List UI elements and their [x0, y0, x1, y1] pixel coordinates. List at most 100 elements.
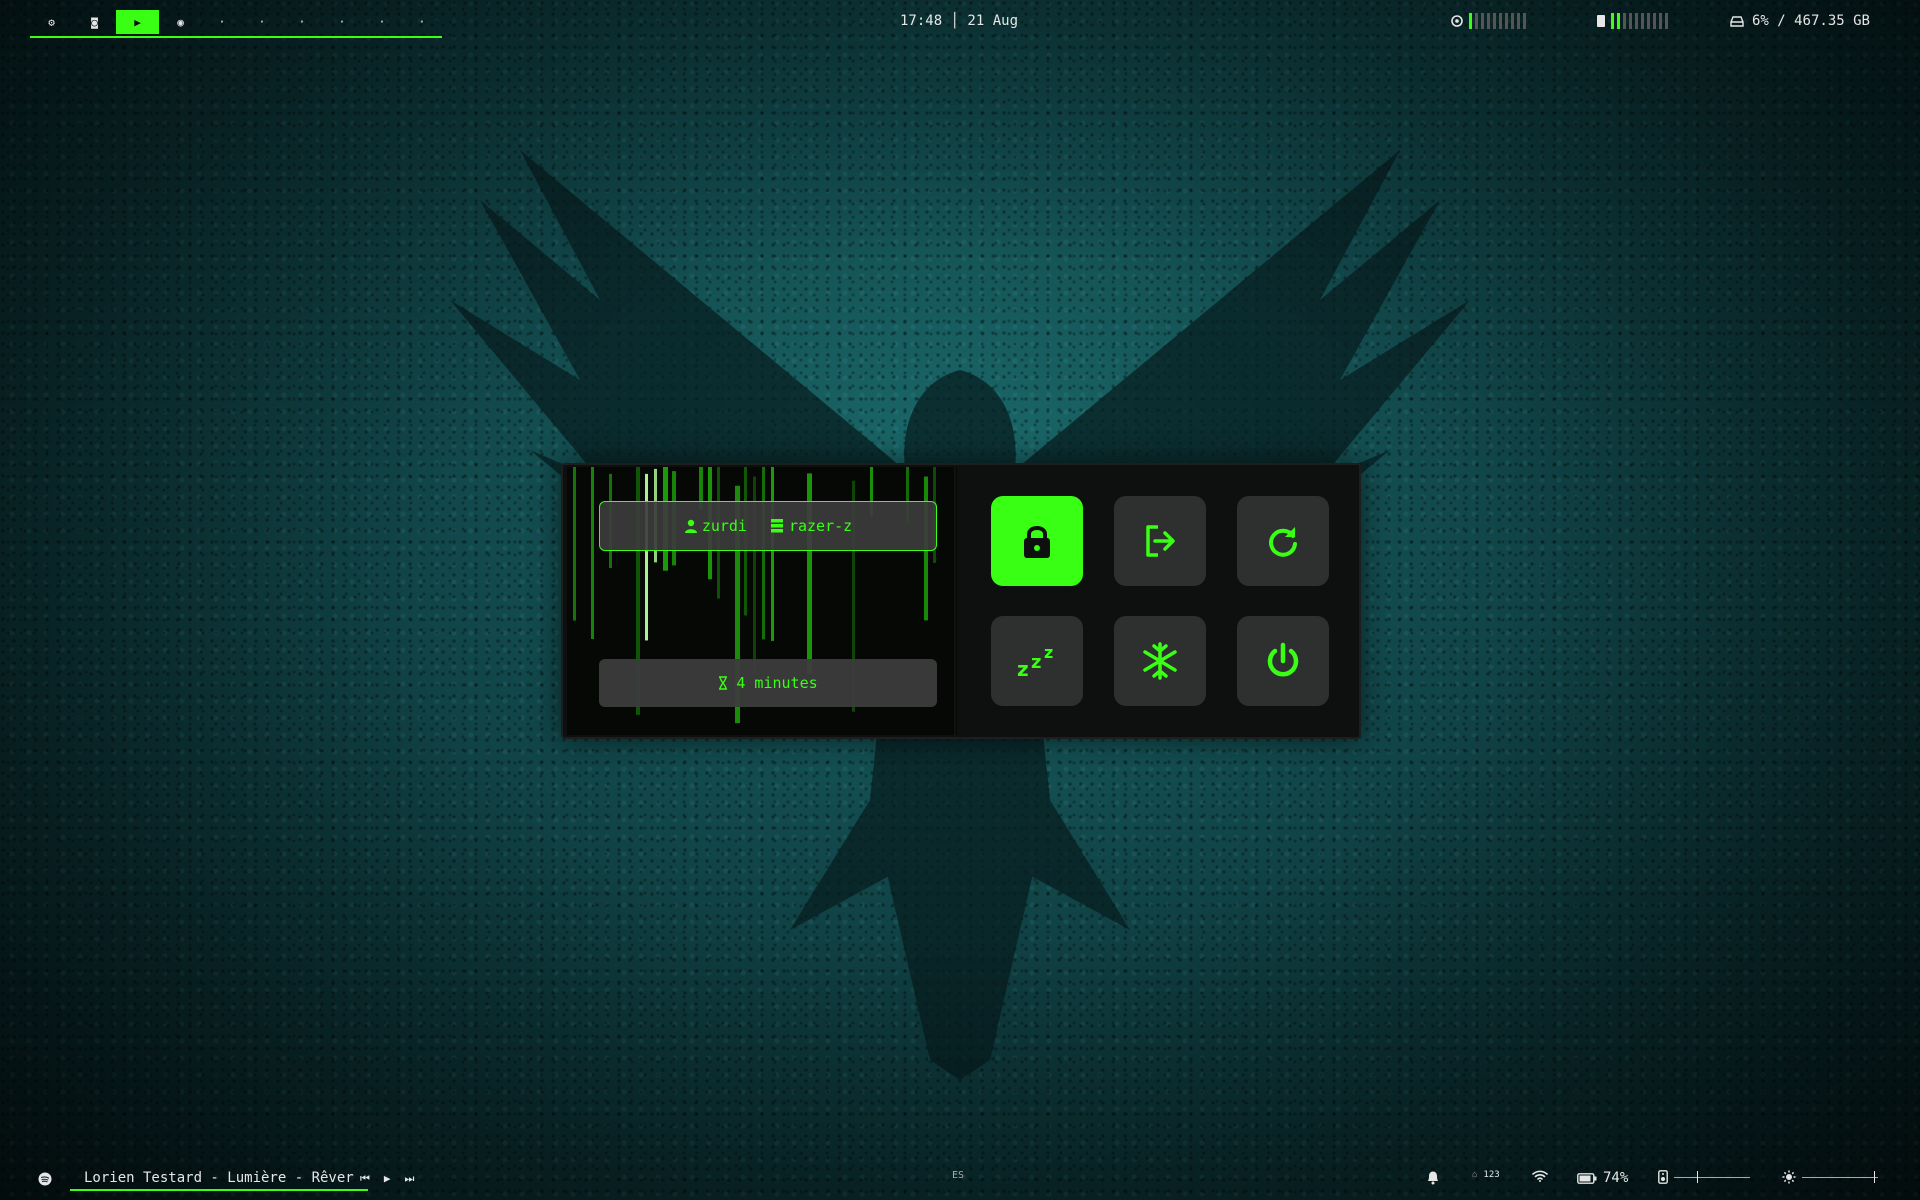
power-icon: [1267, 642, 1299, 677]
cpu-bar-segment: [1499, 13, 1502, 29]
workspace-5[interactable]: ·: [202, 10, 242, 34]
disk-usage: 6% / 467.35 GB: [1730, 13, 1870, 29]
matrix-rain-panel: zurdi razer-z 4 minutes: [567, 467, 957, 735]
cpu-bar-segment: [1469, 13, 1472, 29]
disk-icon: [1730, 16, 1744, 27]
matrix-rain-column: [762, 467, 765, 640]
cpu-bar-segment: [1517, 13, 1520, 29]
memory-bar-segment: [1665, 13, 1668, 29]
workspace-4[interactable]: ◉: [159, 10, 202, 34]
workspace-3[interactable]: ▶: [116, 10, 159, 34]
power-menu: zurdi razer-z 4 minutes zzz: [561, 463, 1361, 739]
now-playing-track[interactable]: Lorien Testard - Lumière - Rêver: [70, 1170, 368, 1191]
matrix-rain-column: [771, 467, 774, 641]
memory-icon: [1597, 15, 1605, 27]
logout-icon: [1146, 525, 1175, 557]
matrix-rain-column: [645, 473, 648, 641]
memory-bar-segment: [1623, 13, 1626, 29]
brightness-slider-knob[interactable]: [1874, 1170, 1876, 1183]
spotify-icon: ◉: [177, 15, 184, 29]
cpu-bar-segment: [1505, 13, 1508, 29]
svg-text:z: z: [1044, 644, 1053, 662]
volume-slider-knob[interactable]: [1696, 1170, 1698, 1183]
workspace-8[interactable]: ·: [322, 10, 362, 34]
disk-usage-text: 6% / 467.35 GB: [1751, 13, 1870, 29]
memory-bar-segment: [1653, 13, 1656, 29]
battery-status: 74%: [1577, 1170, 1628, 1186]
memory-bar-segment: [1629, 13, 1632, 29]
cpu-bar-segment: [1523, 13, 1526, 29]
cpu-usage-bars: [1469, 13, 1526, 29]
cpu-icon: [1451, 15, 1463, 27]
screenshot-icon: ◙: [91, 15, 98, 29]
memory-meter: [1596, 13, 1668, 29]
settings-icon: ⚙: [48, 15, 55, 29]
clock[interactable]: 17:48 │ 21 Aug: [900, 13, 1018, 29]
battery-icon: [1577, 1172, 1597, 1184]
brightness-slider[interactable]: [1802, 1170, 1878, 1183]
memory-bar-segment: [1611, 13, 1614, 29]
workspace-7[interactable]: ·: [282, 10, 322, 34]
reboot-button[interactable]: [1237, 496, 1329, 586]
brightness-control[interactable]: [1782, 1170, 1878, 1184]
brightness-icon: [1782, 1170, 1796, 1184]
user-host-box: zurdi razer-z: [599, 501, 937, 551]
speaker-icon: [1658, 1170, 1668, 1184]
battery-percent: 74%: [1603, 1170, 1629, 1186]
bell-icon: [1428, 1171, 1438, 1185]
server-icon: [770, 519, 783, 533]
workspace-6[interactable]: ·: [242, 10, 282, 34]
workspace-10[interactable]: ·: [402, 10, 442, 34]
memory-bar-segment: [1617, 13, 1620, 29]
hibernate-button[interactable]: [1114, 616, 1206, 706]
matrix-rain-column: [573, 467, 576, 621]
lock-icon: [1024, 526, 1050, 558]
lock-button[interactable]: [991, 496, 1083, 586]
uptime-box: 4 minutes: [599, 659, 937, 707]
cpu-bar-segment: [1493, 13, 1496, 29]
memory-bar-segment: [1641, 13, 1644, 29]
hourglass-icon: [719, 676, 728, 690]
volume-slider[interactable]: [1674, 1170, 1750, 1183]
workspace-1[interactable]: ⚙: [30, 10, 73, 34]
wifi-status[interactable]: [1532, 1170, 1548, 1182]
sleep-icon: zzz: [1017, 644, 1053, 678]
sleep-button[interactable]: zzz: [991, 616, 1083, 706]
volume-control[interactable]: [1658, 1170, 1750, 1184]
cpu-bar-segment: [1481, 13, 1484, 29]
memory-bar-segment: [1647, 13, 1650, 29]
cpu-bar-segment: [1487, 13, 1490, 29]
caps-lock-icon: ⌂: [1472, 1170, 1478, 1180]
spotify-icon[interactable]: [38, 1172, 52, 1186]
user-icon: [684, 519, 697, 533]
matrix-rain-column: [591, 467, 594, 639]
workspace-2[interactable]: ◙: [73, 10, 116, 34]
memory-bar-segment: [1635, 13, 1638, 29]
num-lock-indicator: 123: [1483, 1170, 1500, 1180]
lock-keys: ⌂ 123: [1472, 1170, 1500, 1180]
cpu-bar-segment: [1475, 13, 1478, 29]
notifications[interactable]: [1426, 1170, 1440, 1185]
keyboard-layout[interactable]: ES: [952, 1170, 964, 1181]
divider: [954, 465, 956, 737]
cpu-bar-segment: [1511, 13, 1514, 29]
svg-text:z: z: [1031, 652, 1041, 673]
logout-button[interactable]: [1114, 496, 1206, 586]
terminal-icon: ▶: [134, 15, 141, 29]
workspace-9[interactable]: ·: [362, 10, 402, 34]
next-track-icon[interactable]: ⏭: [405, 1172, 415, 1186]
previous-track-icon[interactable]: ⏮: [360, 1172, 370, 1186]
uptime-text: 4 minutes: [736, 674, 818, 692]
snowflake-icon: [1143, 642, 1177, 680]
memory-usage-bars: [1611, 13, 1668, 29]
top-bar: ⚙ ◙ ▶ ◉ · · · · · · 17:48 │ 21 Aug 6% / …: [0, 0, 1920, 44]
shutdown-button[interactable]: [1237, 616, 1329, 706]
svg-text:z: z: [1017, 657, 1029, 678]
reboot-icon: [1269, 527, 1297, 557]
play-icon[interactable]: ▶: [384, 1172, 391, 1186]
wifi-icon: [1532, 1170, 1548, 1182]
cpu-meter: [1450, 13, 1526, 29]
hostname: razer-z: [788, 517, 853, 535]
bottom-bar: Lorien Testard - Lumière - Rêver ⏮ ▶ ⏭ E…: [0, 1160, 1920, 1200]
username: zurdi: [701, 517, 747, 535]
